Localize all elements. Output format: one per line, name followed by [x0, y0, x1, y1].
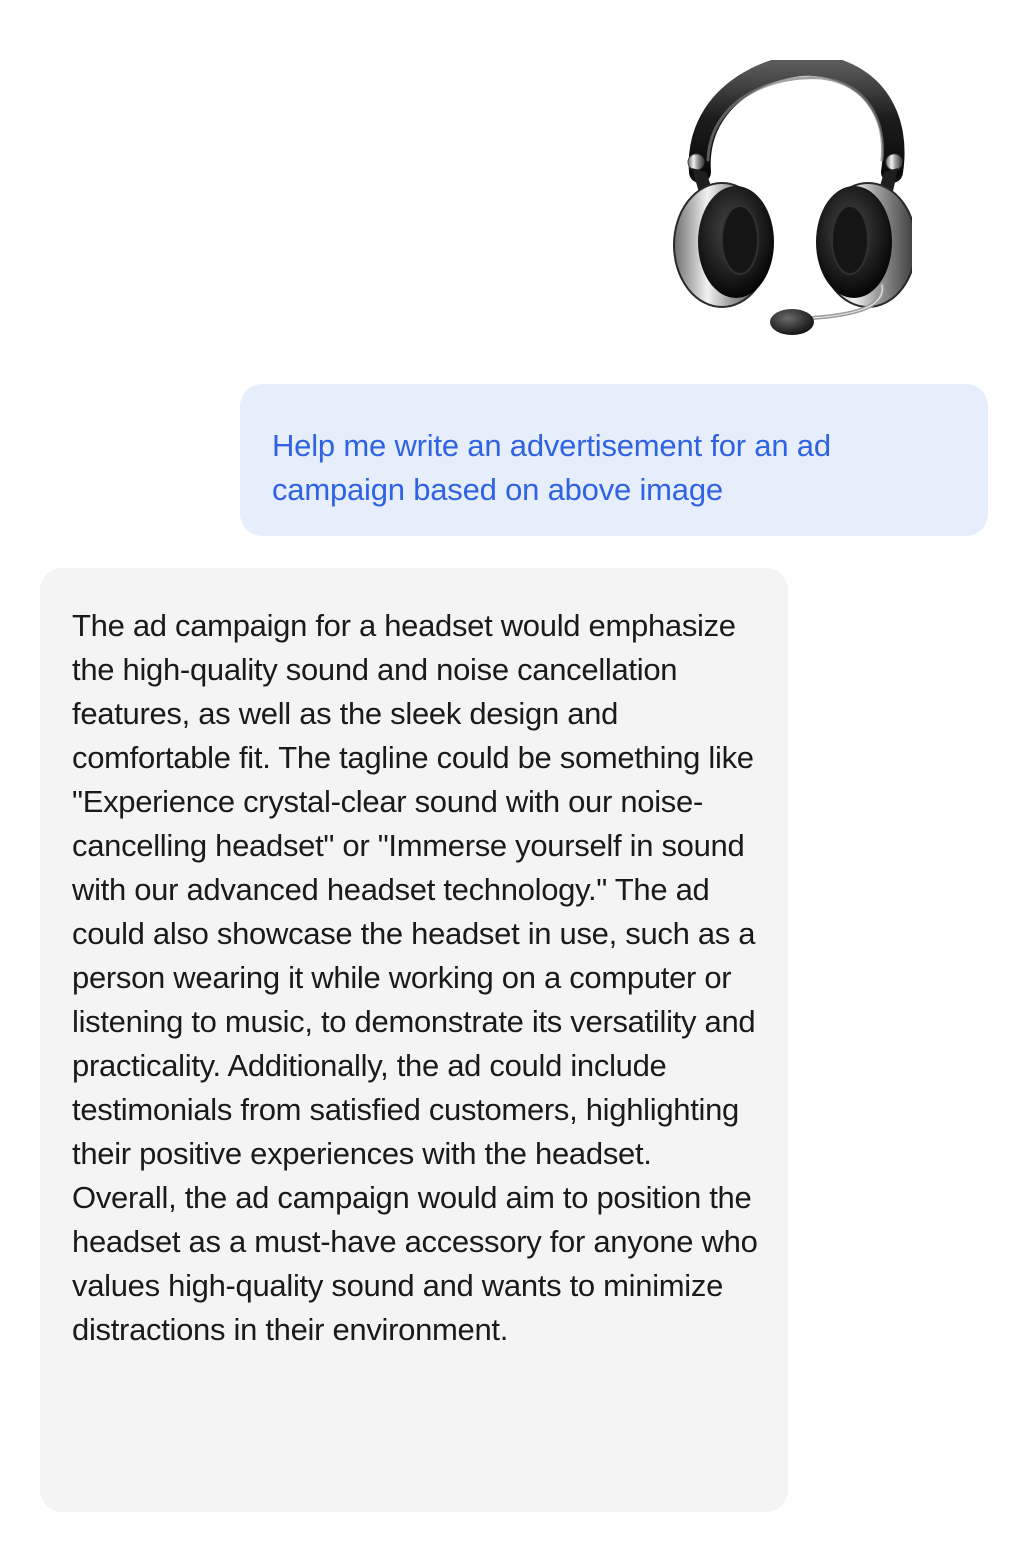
attached-image — [672, 60, 912, 340]
user-message-bubble: Help me write an advertisement for an ad… — [240, 384, 988, 536]
assistant-message-bubble: The ad campaign for a headset would emph… — [40, 568, 788, 1512]
headset-icon — [673, 60, 912, 335]
user-message-text: Help me write an advertisement for an ad… — [272, 428, 831, 507]
assistant-message-text: The ad campaign for a headset would emph… — [72, 608, 758, 1347]
